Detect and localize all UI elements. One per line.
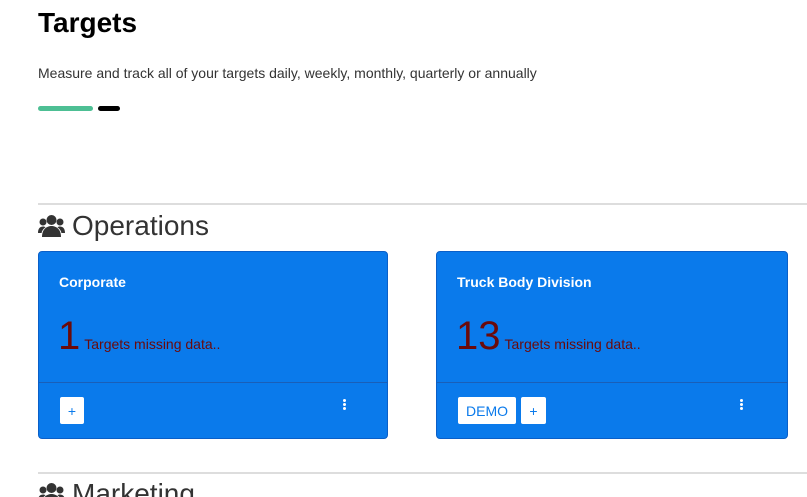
card-title: Corporate: [59, 274, 126, 290]
accent-bar-green: [38, 106, 93, 111]
card-footer: +: [39, 382, 387, 438]
users-icon: [38, 215, 65, 237]
card-footer: DEMO +: [437, 382, 787, 438]
accent-bar-black: [98, 106, 120, 111]
target-card-corporate[interactable]: Corporate 1 Targets missing data.. +: [38, 251, 388, 439]
missing-targets-count: 1: [58, 314, 81, 358]
kebab-menu-icon[interactable]: [736, 399, 746, 415]
section-heading-marketing: Marketing: [38, 477, 195, 497]
section-title: Marketing: [72, 478, 195, 497]
card-metric: 13 Targets missing data..: [456, 312, 641, 360]
target-card-truck-body-division[interactable]: Truck Body Division 13 Targets missing d…: [436, 251, 788, 439]
users-icon: [38, 483, 65, 497]
section-heading-operations: Operations: [38, 209, 209, 243]
kebab-menu-icon[interactable]: [339, 399, 349, 415]
card-title: Truck Body Division: [457, 274, 592, 290]
missing-targets-label: Targets missing data..: [84, 336, 221, 352]
targets-page: Targets Measure and track all of your ta…: [0, 0, 807, 497]
missing-targets-label: Targets missing data..: [504, 336, 641, 352]
add-button[interactable]: +: [60, 397, 84, 424]
page-subtitle: Measure and track all of your targets da…: [38, 65, 537, 81]
card-body: Truck Body Division 13 Targets missing d…: [437, 252, 787, 385]
page-title: Targets: [38, 7, 138, 38]
section-divider: [38, 203, 807, 205]
section-title: Operations: [72, 210, 209, 241]
add-button[interactable]: +: [521, 397, 546, 424]
card-metric: 1 Targets missing data..: [58, 312, 220, 360]
section-divider: [38, 472, 807, 474]
card-body: Corporate 1 Targets missing data..: [39, 252, 387, 385]
demo-button[interactable]: DEMO: [458, 397, 516, 424]
missing-targets-count: 13: [456, 314, 501, 358]
